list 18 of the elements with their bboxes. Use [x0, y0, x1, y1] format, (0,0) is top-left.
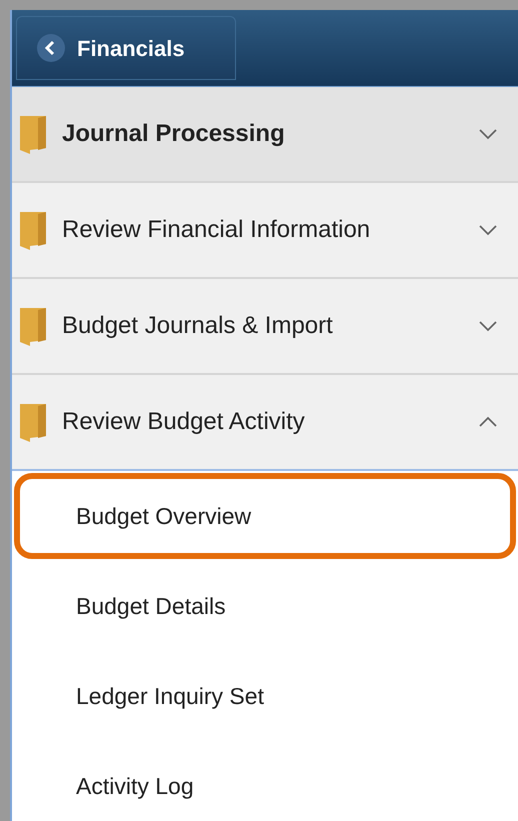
folder-row[interactable]: Budget Journals & Import — [12, 279, 518, 375]
menu-item[interactable]: Ledger Inquiry Set — [14, 653, 516, 739]
folder-row[interactable]: Review Budget Activity — [12, 375, 518, 471]
folder-icon — [18, 210, 48, 250]
menu-item[interactable]: Budget Details — [14, 563, 516, 649]
folder-icon — [18, 114, 48, 154]
menu-item[interactable]: Activity Log — [14, 743, 516, 821]
folder-label: Journal Processing — [62, 119, 286, 149]
folder-row[interactable]: Journal Processing — [12, 87, 518, 183]
highlighted-menu-item[interactable]: Budget Overview — [14, 473, 516, 559]
folder-icon — [18, 306, 48, 346]
back-icon — [37, 34, 65, 62]
folder-label: Review Financial Information — [62, 215, 372, 245]
back-button[interactable]: Financials — [16, 16, 236, 80]
folder-row[interactable]: Review Financial Information — [12, 183, 518, 279]
folder-label: Review Budget Activity — [62, 407, 306, 437]
folder-icon — [18, 402, 48, 442]
folder-label: Budget Journals & Import — [62, 311, 334, 341]
